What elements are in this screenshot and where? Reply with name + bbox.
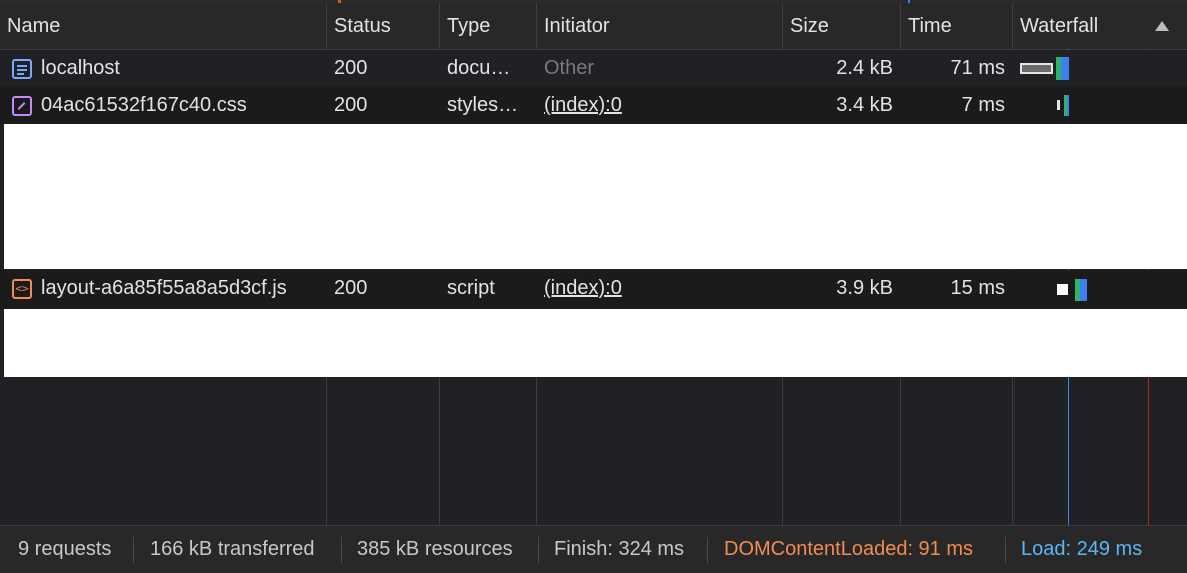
requests-count: 9 requests (18, 538, 112, 560)
column-header-type[interactable]: Type (440, 3, 536, 49)
request-size: 3.9 kB (836, 277, 893, 299)
request-initiator-link[interactable]: (index):0 (544, 270, 774, 307)
request-status: 200 (334, 57, 368, 79)
request-time: 7 ms (961, 94, 1005, 116)
request-status: 200 (334, 277, 368, 299)
finish-time: Finish: 324 ms (554, 538, 685, 560)
status-divider (133, 537, 134, 563)
request-name[interactable]: 04ac61532f167c40.css (41, 87, 321, 124)
sort-ascending-icon[interactable] (1155, 21, 1169, 31)
waterfall-queue-bar (1057, 284, 1068, 295)
waterfall-queue-bar (1020, 63, 1053, 74)
request-initiator-link[interactable]: (index):0 (544, 87, 774, 124)
request-time: 15 ms (950, 277, 1005, 299)
document-icon (12, 59, 32, 79)
column-header-initiator[interactable]: Initiator (537, 3, 782, 49)
status-bar: 9 requests 166 kB transferred 385 kB res… (0, 525, 1187, 573)
table-row[interactable]: <> layout-a6a85f55a8a5d3cf.js 200 script… (0, 270, 1187, 309)
column-header-waterfall[interactable]: Waterfall (1013, 3, 1153, 49)
status-divider (538, 537, 539, 563)
request-status: 200 (334, 94, 368, 116)
network-panel: Name Status Type Initiator Size Time Wat… (0, 0, 1187, 573)
waterfall-download-bar (1061, 57, 1069, 80)
request-type: styles… (447, 94, 519, 116)
request-size: 3.4 kB (836, 94, 893, 116)
column-header-status[interactable]: Status (327, 3, 439, 49)
request-name[interactable]: layout-a6a85f55a8a5d3cf.js (41, 270, 321, 307)
blank-row-area (4, 124, 1187, 269)
waterfall-queue-bar (1057, 100, 1060, 110)
column-header-time[interactable]: Time (901, 3, 1012, 49)
waterfall-download-bar (1080, 279, 1087, 301)
status-divider (707, 537, 708, 563)
request-name[interactable]: localhost (41, 50, 321, 87)
table-header: Name Status Type Initiator Size Time Wat… (0, 3, 1187, 50)
stylesheet-icon (12, 96, 32, 116)
domcontentloaded-time: DOMContentLoaded: 91 ms (724, 538, 974, 560)
request-type: docu… (447, 57, 511, 79)
waterfall-download-bar (1067, 95, 1069, 116)
blank-row-area (4, 309, 1187, 377)
table-row[interactable]: localhost 200 docu… Other 2.4 kB 71 ms (0, 50, 1187, 87)
request-initiator: Other (544, 57, 595, 79)
table-row[interactable]: 04ac61532f167c40.css 200 styles… (index)… (0, 87, 1187, 124)
load-time: Load: 249 ms (1021, 538, 1143, 560)
status-divider (341, 537, 342, 563)
column-header-name[interactable]: Name (0, 3, 326, 49)
status-divider (1005, 537, 1006, 563)
request-type: script (447, 277, 495, 299)
request-size: 2.4 kB (836, 57, 893, 79)
transferred-size: 166 kB transferred (150, 538, 315, 560)
resources-size: 385 kB resources (357, 538, 513, 560)
column-header-size[interactable]: Size (783, 3, 900, 49)
request-time: 71 ms (950, 57, 1005, 79)
script-icon: <> (12, 279, 32, 299)
